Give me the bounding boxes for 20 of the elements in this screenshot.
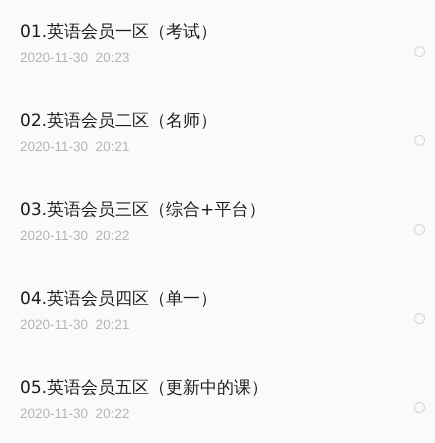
list-item[interactable]: 05.英语会员五区（更新中的课） 2020-11-30 20:22 <box>0 356 435 443</box>
radio-button[interactable] <box>414 313 425 324</box>
list-item[interactable]: 02.英语会员二区（名师） 2020-11-30 20:21 <box>0 89 435 178</box>
item-timestamp: 2020-11-30 20:23 <box>20 48 130 66</box>
list-item[interactable]: 04.英语会员四区（单一） 2020-11-30 20:21 <box>0 267 435 356</box>
item-title: 05.英语会员五区（更新中的课） <box>20 376 268 398</box>
item-title: 04.英语会员四区（单一） <box>20 288 218 310</box>
item-timestamp: 2020-11-30 20:21 <box>20 138 130 156</box>
item-title: 01.英语会员一区（考试） <box>20 20 218 42</box>
radio-button[interactable] <box>414 135 425 146</box>
radio-button[interactable] <box>414 224 425 235</box>
item-timestamp: 2020-11-30 20:21 <box>20 316 130 334</box>
list-item[interactable]: 01.英语会员一区（考试） 2020-11-30 20:23 <box>0 0 435 89</box>
radio-button[interactable] <box>414 46 425 57</box>
item-timestamp: 2020-11-30 20:22 <box>20 226 130 244</box>
list-item[interactable]: 03.英语会员三区（综合+平台） 2020-11-30 20:22 <box>0 178 435 267</box>
item-timestamp: 2020-11-30 20:22 <box>20 404 130 422</box>
item-title: 02.英语会员二区（名师） <box>20 110 218 132</box>
radio-button[interactable] <box>414 402 425 413</box>
item-title: 03.英语会员三区（综合+平台） <box>20 198 266 220</box>
